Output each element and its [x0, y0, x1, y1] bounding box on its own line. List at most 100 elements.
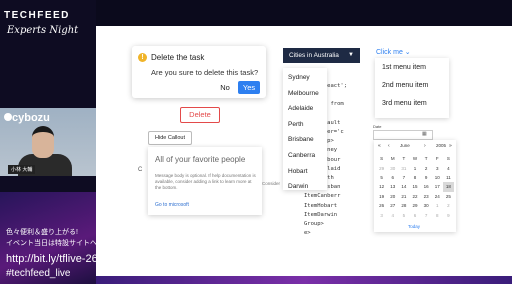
calendar-day[interactable]: 20 — [387, 192, 398, 201]
promo-text-2: イベント当日は特設サイトへ — [6, 240, 97, 247]
calendar-day[interactable]: 19 — [376, 192, 387, 201]
calendar-day[interactable]: 29 — [376, 163, 387, 172]
city-option[interactable]: Perth — [288, 121, 304, 128]
city-option[interactable]: Canberra — [288, 152, 315, 159]
calendar-day[interactable]: 4 — [443, 163, 454, 172]
calendar-day[interactable]: 25 — [443, 192, 454, 201]
city-option[interactable]: Melbourne — [288, 90, 319, 97]
callout-link[interactable]: Go to microsoft — [155, 202, 189, 208]
calendar-day[interactable]: 22 — [409, 192, 420, 201]
calendar-day[interactable]: 26 — [376, 201, 387, 210]
calendar-day[interactable]: 14 — [398, 182, 409, 191]
calendar-day[interactable]: 29 — [409, 201, 420, 210]
calendar-day[interactable]: 21 — [398, 192, 409, 201]
calendar-day[interactable]: 7 — [398, 173, 409, 182]
calendar-day[interactable]: 16 — [421, 182, 432, 191]
background-text: Consider — [262, 181, 281, 186]
calendar-popup: « ‹ June › 2005 » S M T W T F S 29 30 31 1 2 3 4 5 6 7 8 9… — [374, 140, 456, 232]
calendar-day[interactable]: 13 — [387, 182, 398, 191]
weekday-header: S — [380, 156, 384, 162]
promo-text-1: 色々便利＆盛り上がる! — [6, 229, 78, 236]
city-option[interactable]: Brisbane — [288, 136, 314, 143]
calendar-day[interactable]: 2 — [421, 163, 432, 172]
next-year-icon[interactable]: » — [449, 143, 452, 149]
calendar-day[interactable]: 30 — [421, 201, 432, 210]
techfeed-logo: TECHFEED — [4, 10, 70, 21]
callout-target-text: C — [138, 167, 143, 173]
no-button[interactable]: No — [216, 82, 234, 94]
dialog-title: Delete the task — [151, 53, 205, 62]
speaker-head — [32, 126, 54, 158]
menu-item[interactable]: 2nd menu item — [382, 82, 428, 89]
calendar-day[interactable]: 9 — [443, 210, 454, 219]
delete-button[interactable]: Delete — [180, 107, 220, 123]
calendar-day[interactable]: 1 — [432, 201, 443, 210]
calendar-day[interactable]: 18 — [442, 182, 454, 192]
speaker-name: 小林 大輔 — [8, 165, 36, 174]
calendar-year[interactable]: 2005 — [436, 143, 446, 148]
weekday-header: T — [402, 156, 406, 162]
city-option[interactable]: Darwin — [288, 183, 308, 190]
calendar-day[interactable]: 28 — [398, 201, 409, 210]
weekday-header: W — [412, 156, 418, 162]
city-option[interactable]: Hobart — [288, 168, 308, 175]
dropdown-label: Cities in Australia — [289, 52, 339, 59]
menu-trigger[interactable]: Click me ⌄ — [376, 48, 411, 56]
callout-popover: All of your favorite people Message body… — [148, 147, 262, 215]
calendar-day[interactable]: 24 — [432, 192, 443, 201]
calendar-day[interactable]: 6 — [409, 210, 420, 219]
calendar-day[interactable]: 4 — [387, 210, 398, 219]
date-field-label: Date — [373, 124, 382, 129]
calendar-day[interactable]: 23 — [421, 192, 432, 201]
calendar-day[interactable]: 2 — [443, 201, 454, 210]
next-month-icon[interactable]: › — [424, 143, 426, 149]
prev-month-icon[interactable]: ‹ — [388, 143, 390, 149]
hide-callout-button[interactable]: Hide Callout — [148, 131, 192, 145]
calendar-day[interactable]: 7 — [421, 210, 432, 219]
calendar-day[interactable]: 11 — [443, 173, 454, 182]
cybozu-logo-icon — [4, 113, 12, 121]
calendar-day[interactable]: 6 — [387, 173, 398, 182]
weekday-header: M — [390, 156, 395, 162]
calendar-day[interactable]: 15 — [409, 182, 420, 191]
yes-button[interactable]: Yes — [238, 81, 260, 94]
bottom-stripe — [96, 276, 512, 284]
cities-menu: Sydney Melbourne Adelaide Perth Brisbane Canb… — [283, 68, 327, 190]
menu-item[interactable]: 3rd menu item — [382, 100, 427, 107]
prev-year-icon[interactable]: « — [378, 143, 381, 149]
calendar-day[interactable]: 31 — [398, 163, 409, 172]
event-subtitle: Experts Night — [7, 25, 79, 36]
calendar-day[interactable]: 27 — [387, 201, 398, 210]
calendar-day[interactable]: 12 — [376, 182, 387, 191]
weekday-header: S — [446, 156, 450, 162]
speaker-camera: cybozu 小林 大輔 — [0, 108, 96, 176]
dialog-message: Are you sure to delete this task? — [151, 68, 259, 77]
calendar-day[interactable]: 9 — [421, 173, 432, 182]
calendar-day[interactable]: 10 — [432, 173, 443, 182]
calendar-day[interactable]: 3 — [376, 210, 387, 219]
confirm-dialog: ! Delete the task Are you sure to delete… — [132, 46, 266, 98]
company-logo-text: cybozu — [12, 112, 50, 124]
weekday-header: T — [424, 156, 428, 162]
calendar-day[interactable]: 5 — [398, 210, 409, 219]
today-link[interactable]: Today — [408, 224, 420, 229]
calendar-day[interactable]: 30 — [387, 163, 398, 172]
menu-item[interactable]: 1st menu item — [382, 64, 426, 71]
cities-dropdown-button[interactable]: Cities in Australia ▼ — [283, 48, 360, 63]
city-option[interactable]: Adelaide — [288, 105, 313, 112]
calendar-day[interactable]: 8 — [409, 173, 420, 182]
calendar-day[interactable]: 5 — [376, 173, 387, 182]
calendar-month[interactable]: June — [400, 143, 410, 148]
warning-icon: ! — [138, 53, 147, 62]
callout-body: Message body is optional. If help docume… — [155, 173, 256, 190]
chevron-down-icon: ▼ — [348, 52, 354, 58]
calendar-day[interactable]: 1 — [409, 163, 420, 172]
calendar-day[interactable]: 17 — [432, 182, 443, 191]
calendar-day[interactable]: 8 — [432, 210, 443, 219]
demo-app-canvas: from 'react'; Menu, } from MenuDefaultu … — [96, 26, 512, 276]
calendar-day[interactable]: 3 — [432, 163, 443, 172]
callout-title: All of your favorite people — [155, 155, 246, 164]
calendar-icon[interactable]: ▦ — [422, 131, 427, 137]
weekday-header: F — [435, 156, 439, 162]
city-option[interactable]: Sydney — [288, 74, 310, 81]
